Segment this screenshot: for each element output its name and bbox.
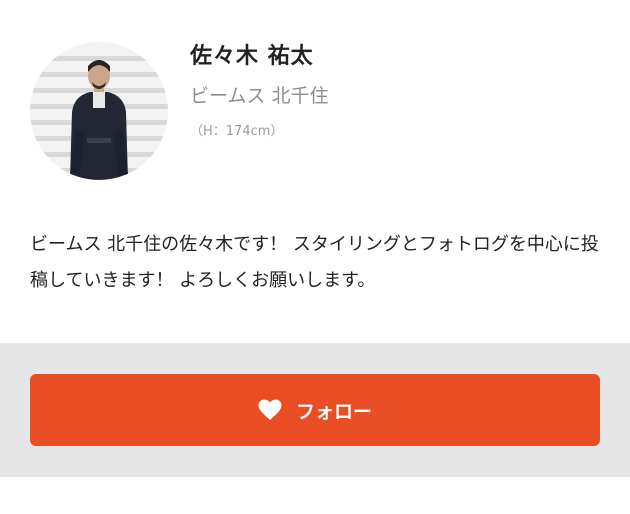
staff-name: 佐々木 祐太	[190, 44, 314, 69]
profile-header: 佐々木 祐太 ビームス 北千住 （H：174cm）	[0, 0, 630, 200]
height-info: （H：174cm）	[190, 124, 284, 139]
profile-bio: ビームス 北千住の佐々木です！ スタイリングとフォトログを中心に投稿していきます…	[30, 234, 599, 291]
follow-area: フォロー	[0, 343, 630, 477]
follow-label: フォロー	[295, 400, 372, 423]
heart-icon	[258, 399, 282, 421]
follow-button[interactable]: フォロー	[30, 374, 600, 446]
avatar-photo	[30, 42, 168, 180]
shop-name[interactable]: ビームス 北千住	[190, 81, 328, 108]
avatar[interactable]	[30, 42, 168, 180]
